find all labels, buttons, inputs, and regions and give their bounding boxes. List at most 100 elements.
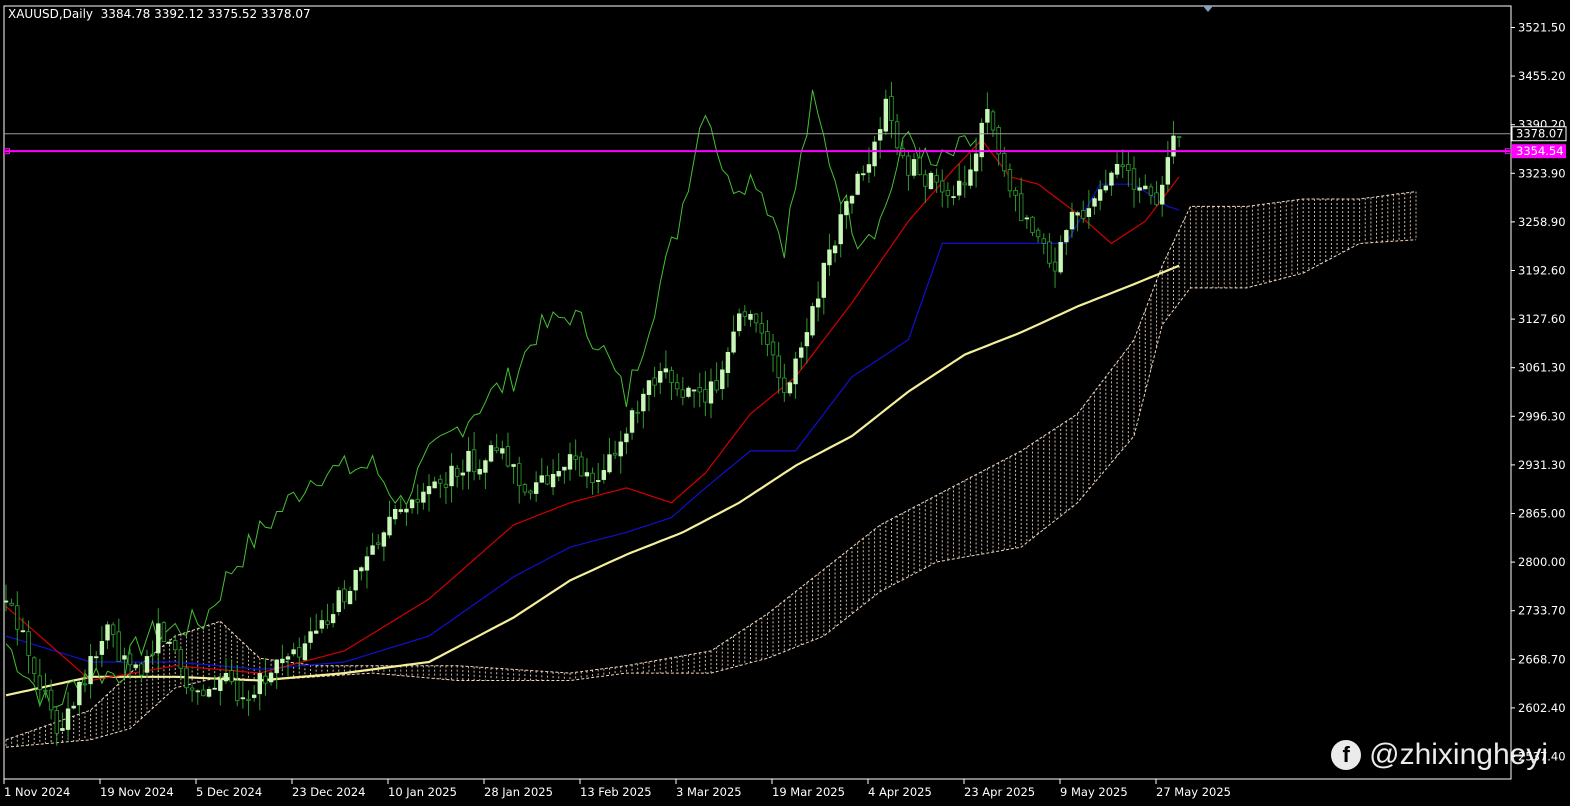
candle-body [257, 673, 262, 695]
candle-body [911, 159, 917, 176]
candle-body [65, 708, 71, 730]
candle-body [206, 689, 212, 697]
candle-body [297, 647, 302, 658]
candle-body [1081, 210, 1086, 219]
y-tick-label: 3521.50 [1518, 21, 1566, 35]
candle-body [1069, 211, 1075, 230]
candle-body [973, 153, 979, 172]
chart-header: XAUUSD,Daily 3384.78 3392.12 3375.52 337… [8, 7, 311, 21]
candle-body [460, 472, 466, 476]
horizontal-line[interactable] [4, 133, 1511, 155]
candle-body [71, 705, 76, 709]
candle-body [195, 690, 200, 693]
candle-body [342, 588, 347, 603]
candle-body [144, 656, 150, 673]
candle-body [421, 491, 426, 503]
candle-body [454, 467, 460, 477]
kijun-line [5, 183, 1180, 671]
candle-body [505, 446, 511, 467]
candle-body [161, 622, 167, 642]
candle-body [500, 448, 505, 454]
candle-body [438, 478, 443, 484]
candle-body [167, 641, 172, 644]
candle-body [545, 475, 550, 485]
candle-body [646, 380, 652, 395]
chikou-path [5, 89, 977, 709]
candle-body [139, 663, 144, 676]
chart-shift-marker-icon[interactable] [1203, 6, 1213, 12]
candle-body [742, 311, 748, 317]
plot-frame [3, 5, 1512, 780]
candle-body [539, 475, 544, 483]
candle-body [302, 643, 308, 661]
y-tick-label: 3192.60 [1518, 264, 1566, 278]
candle-body [1064, 230, 1069, 243]
candle-body [770, 341, 776, 356]
candle-body [517, 463, 522, 487]
candle-body [336, 590, 341, 613]
candle-body [934, 175, 939, 183]
candle-body [443, 483, 449, 488]
candle-body [618, 441, 623, 457]
candle-body [612, 452, 618, 456]
candle-body [116, 631, 121, 662]
candle-body [1165, 157, 1171, 185]
candle-body [26, 631, 31, 656]
candle-body [1019, 193, 1024, 222]
y-tick-label: 3258.90 [1518, 215, 1566, 229]
candle-body [894, 121, 900, 149]
candle-body [246, 698, 251, 701]
candle-body [60, 728, 65, 731]
candle-body [827, 249, 832, 266]
candle-body [1143, 185, 1148, 190]
candle-body [285, 656, 291, 660]
candle-body [105, 624, 110, 641]
candle-body [189, 687, 195, 691]
candle-body [533, 482, 539, 494]
candle-body [364, 556, 370, 571]
candle-body [917, 157, 922, 176]
candle-body [697, 387, 702, 393]
candle-body [810, 306, 815, 336]
ichimoku-cloud [5, 191, 1417, 748]
candle-body [725, 352, 731, 373]
kijun-path [5, 183, 1180, 671]
candle-body [928, 172, 934, 190]
candle-body [235, 680, 240, 702]
candle-body [866, 164, 872, 173]
tenkan-line [5, 138, 1180, 682]
candle-body [122, 655, 127, 660]
candle-body [32, 657, 37, 674]
candle-body [669, 370, 674, 383]
x-tick-label: 28 Jan 2025 [484, 785, 553, 799]
candle-body [1160, 184, 1165, 205]
candle-body [20, 630, 26, 633]
y-tick-label: 2996.30 [1518, 409, 1566, 423]
x-tick-label: 3 Mar 2025 [676, 785, 742, 799]
x-tick-label: 27 May 2025 [1156, 785, 1231, 799]
candle-body [635, 411, 640, 414]
price-chart[interactable]: 3521.503455.203390.203323.903258.903192.… [0, 0, 1570, 806]
candle-body [240, 697, 246, 700]
candle-body [511, 464, 516, 467]
candle-body [449, 465, 454, 487]
candle-body [731, 331, 736, 353]
ohlc-values: 3384.78 3392.12 3375.52 3378.07 [100, 7, 311, 21]
candle-body [398, 509, 403, 512]
candle-body [821, 262, 826, 298]
candle-body [1092, 198, 1097, 207]
candle-body [556, 471, 561, 477]
candle-body [3, 600, 9, 603]
candle-body [387, 516, 392, 536]
candle-body [1103, 185, 1108, 191]
candle-body [347, 590, 353, 605]
candle-body [488, 445, 494, 462]
facebook-icon: f [1331, 740, 1362, 770]
candle-body [1114, 163, 1120, 175]
candle-body [567, 454, 573, 470]
candle-body [404, 508, 409, 513]
y-tick-label: 3061.30 [1518, 361, 1566, 375]
y-tick-label: 2602.40 [1518, 701, 1566, 715]
candle-body [82, 683, 88, 686]
candle-body [376, 542, 381, 545]
